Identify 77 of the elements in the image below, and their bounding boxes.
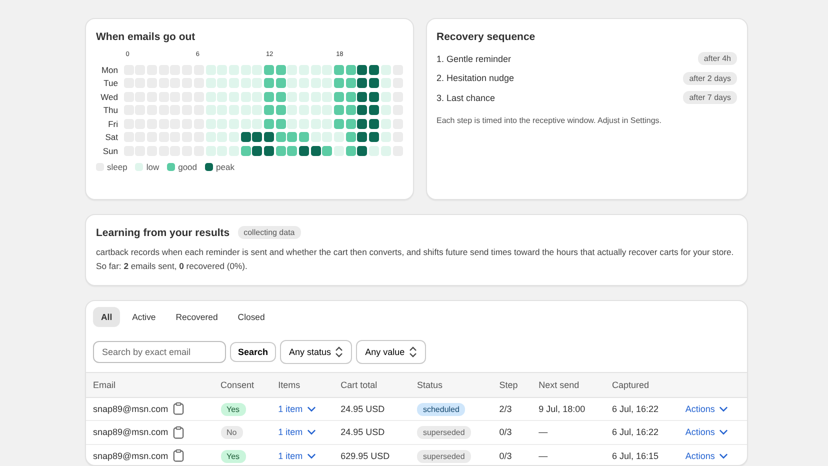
email-cell: snap89@msn.com bbox=[93, 450, 168, 461]
search-field[interactable]: Search by exact email bbox=[93, 340, 226, 362]
filter-tab[interactable]: All bbox=[93, 306, 120, 326]
items-link[interactable]: 1 item bbox=[278, 404, 316, 414]
column-header: Status bbox=[410, 372, 492, 397]
table-cell: 24.95 USD bbox=[334, 397, 410, 420]
day-label: Mon bbox=[100, 64, 119, 74]
delay-badge: after 7 days bbox=[683, 91, 737, 104]
table-cell: 6 Jul, 16:22 bbox=[605, 420, 678, 444]
card-title: When emails go out bbox=[96, 31, 196, 43]
chevron-down-icon bbox=[306, 452, 316, 459]
legend-label: good bbox=[178, 162, 198, 172]
consent-badge: Yes bbox=[220, 450, 246, 463]
day-label: Sun bbox=[102, 146, 119, 156]
chevron-updown-icon bbox=[408, 346, 417, 358]
column-header: Next send bbox=[532, 372, 606, 397]
legend-label: sleep bbox=[107, 162, 128, 172]
filter-select[interactable]: Any value bbox=[356, 340, 426, 364]
table-cell: — bbox=[532, 444, 606, 466]
clipboard-icon[interactable] bbox=[173, 402, 184, 416]
sequence-note: Each step is timed into the receptive window. Adjust in Settings. bbox=[436, 116, 663, 124]
column-header: Consent bbox=[214, 372, 272, 397]
day-label: Thu bbox=[102, 105, 119, 115]
email-cell: snap89@msn.com bbox=[93, 427, 168, 438]
card-title: Learning from your results bbox=[96, 226, 230, 238]
column-header: Captured bbox=[605, 372, 678, 397]
chevron-down-icon bbox=[306, 406, 316, 412]
clipboard-icon[interactable] bbox=[173, 426, 184, 439]
chevron-down-icon bbox=[718, 406, 728, 412]
table-cell: 2/3 bbox=[492, 397, 532, 420]
email-cell: snap89@msn.com bbox=[93, 404, 168, 414]
day-label: Fri bbox=[107, 118, 119, 128]
items-link[interactable]: 1 item bbox=[278, 450, 316, 461]
table-cell: 6 Jul, 16:22 bbox=[605, 397, 678, 420]
status-badge: superseded bbox=[416, 426, 471, 440]
actions-link[interactable]: Actions bbox=[685, 450, 728, 461]
filter-tab[interactable]: Recovered bbox=[168, 306, 226, 326]
day-label: Wed bbox=[100, 92, 119, 102]
actions-link[interactable]: Actions bbox=[685, 404, 728, 414]
table-cell: 0/3 bbox=[492, 444, 532, 466]
actions-link[interactable]: Actions bbox=[685, 427, 728, 438]
table-cell: 0/3 bbox=[492, 420, 532, 444]
card-title: Recovery sequence bbox=[436, 31, 536, 43]
table-cell: 24.95 USD bbox=[334, 420, 410, 444]
status-badge: collecting data bbox=[238, 226, 301, 239]
column-header: Items bbox=[271, 372, 334, 397]
legend-label: peak bbox=[216, 162, 234, 172]
status-badge: scheduled bbox=[416, 402, 466, 416]
table-cell: — bbox=[532, 420, 606, 444]
items-link[interactable]: 1 item bbox=[278, 427, 316, 438]
search-button[interactable]: Search bbox=[230, 342, 276, 362]
column-header: Step bbox=[492, 372, 532, 397]
table-cell: 6 Jul, 16:15 bbox=[605, 444, 678, 466]
column-header: Email bbox=[86, 372, 214, 397]
delay-badge: after 4h bbox=[698, 52, 737, 66]
step-name: 3. Last chance bbox=[436, 92, 496, 103]
step-name: 1. Gentle reminder bbox=[436, 54, 512, 64]
day-label: Sat bbox=[104, 132, 119, 142]
chevron-down-icon bbox=[718, 452, 728, 459]
learning-text: cartback records when each reminder is sent and whether the cart then converts, and shifts future send times toward the hours that actually recover carts for your store. So far: 2 emails sent, 0 recovered (0%). bbox=[96, 246, 735, 273]
column-header: Cart total bbox=[334, 372, 410, 397]
legend-label: low bbox=[146, 162, 160, 172]
chevron-down-icon bbox=[306, 429, 316, 436]
consent-badge: No bbox=[220, 426, 243, 440]
filter-tab[interactable]: Closed bbox=[230, 306, 273, 326]
table-cell: 629.95 USD bbox=[334, 444, 410, 466]
delay-badge: after 2 days bbox=[683, 72, 737, 85]
chevron-down-icon bbox=[718, 429, 728, 436]
filter-select[interactable]: Any status bbox=[280, 340, 352, 364]
consent-badge: Yes bbox=[220, 402, 246, 416]
table-cell: 9 Jul, 18:00 bbox=[532, 397, 606, 420]
day-label: Tue bbox=[102, 78, 119, 88]
status-badge: superseded bbox=[416, 450, 471, 463]
step-name: 2. Hesitation nudge bbox=[436, 73, 514, 84]
chevron-updown-icon bbox=[335, 346, 344, 358]
filter-tab[interactable]: Active bbox=[124, 306, 164, 326]
clipboard-icon[interactable] bbox=[173, 449, 184, 462]
